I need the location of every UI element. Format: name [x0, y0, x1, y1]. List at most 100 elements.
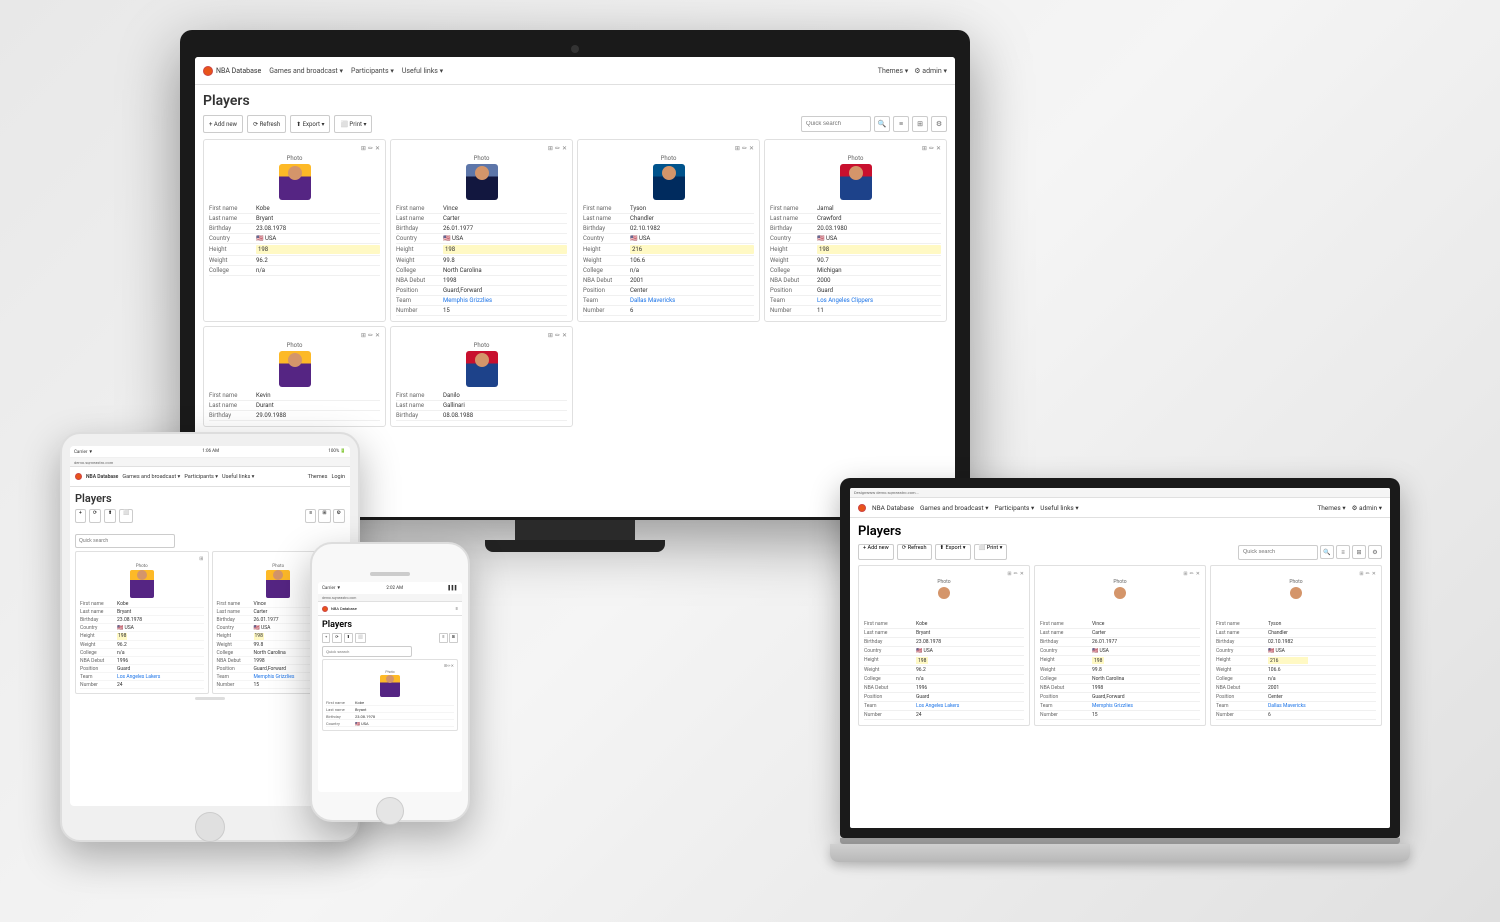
laptop-nav-useful[interactable]: Useful links ▾ [1040, 504, 1078, 512]
player-card-kevin: ⊞✏✕ Photo First nameKevin Last nameDuran… [203, 326, 386, 427]
card-icon-edit-4[interactable]: ✏ [929, 145, 934, 152]
tablet-settings-btn[interactable]: ⚙ [333, 509, 345, 523]
laptop-columns-icon[interactable]: ⊞ [1352, 545, 1366, 559]
monitor-toolbar-right: 🔍 ≡ ⊞ ⚙ [801, 116, 947, 132]
tablet-search[interactable] [75, 534, 175, 548]
phone-battery: ▌▌▌ [448, 585, 458, 591]
laptop-print-btn[interactable]: ⬜ Print ▾ [974, 544, 1008, 560]
print-button[interactable]: ⬜ Print ▾ [334, 115, 372, 133]
card-icon-grid-4[interactable]: ⊞ [922, 145, 927, 152]
laptop-filter-icon[interactable]: ≡ [1336, 545, 1350, 559]
card-icon-edit-3[interactable]: ✏ [742, 145, 747, 152]
avatar-danilo [466, 351, 498, 387]
phone-outer: Carrier ▼ 2:02 AM ▌▌▌ demo.sqmeastro.com… [310, 542, 470, 822]
tablet-url: demo.sqmeastro.com [74, 460, 113, 465]
card-photo-tyson: Photo [583, 155, 754, 200]
tablet-filter-btn[interactable]: ≡ [305, 509, 316, 523]
card-icon-edit-2[interactable]: ✏ [555, 145, 560, 152]
card-header-vince: ⊞ ✏ ✕ [396, 145, 567, 152]
laptop-settings-icon[interactable]: ⚙ [1368, 545, 1382, 559]
phone-app-name: NBA Database [331, 606, 357, 611]
phone-filter-btn[interactable]: ≡ [439, 633, 447, 643]
card-icon-grid[interactable]: ⊞ [361, 145, 366, 152]
tablet-nba-logo [75, 473, 82, 480]
laptop-nav-games[interactable]: Games and broadcast ▾ [920, 504, 988, 512]
laptop-add-btn[interactable]: + Add new [858, 544, 894, 560]
tablet-export-btn[interactable]: ⬆ [104, 509, 116, 523]
laptop-search-input[interactable] [1238, 545, 1318, 560]
phone-search[interactable] [322, 646, 412, 657]
nav-useful[interactable]: Useful links ▾ [402, 67, 443, 75]
laptop-page-title: Players [858, 524, 1382, 539]
laptop-search-icon[interactable]: 🔍 [1320, 545, 1334, 559]
themes-menu[interactable]: Themes ▾ [878, 67, 908, 75]
laptop-refresh-btn[interactable]: ⟳ Refresh [897, 544, 932, 560]
phone-screen: Carrier ▼ 2:02 AM ▌▌▌ demo.sqmeastro.com… [318, 582, 462, 792]
laptop-avatar-kobe [930, 585, 958, 617]
phone-url: demo.sqmeastro.com [322, 596, 356, 600]
phone-refresh-btn[interactable]: ⟳ [332, 633, 341, 643]
columns-icon[interactable]: ⊞ [912, 116, 928, 132]
tablet-toolbar: + ⟳ ⬆ ⬜ ≡ ⊞ ⚙ [75, 509, 345, 523]
monitor-page-title: Players [203, 93, 947, 109]
search-icon[interactable]: 🔍 [874, 116, 890, 132]
phone-grid-btn[interactable]: ⊞ [449, 633, 458, 643]
tablet-scroll-indicator [195, 697, 225, 700]
phone-add-btn[interactable]: + [322, 633, 330, 643]
card-header-jamal: ⊞ ✏ ✕ [770, 145, 941, 152]
tablet-refresh-btn[interactable]: ⟳ [89, 509, 101, 523]
card-icon-delete-3[interactable]: ✕ [749, 145, 754, 152]
phone-card-kobe: ⊞✏✕ Photo First nameKobe Last nameBryant… [322, 659, 458, 731]
tablet-grid-btn[interactable]: ⊞ [318, 509, 330, 523]
tablet-nav-games[interactable]: Games and broadcast ▾ [122, 474, 180, 480]
card-icon-delete-4[interactable]: ✕ [936, 145, 941, 152]
admin-menu[interactable]: ⚙ admin ▾ [914, 67, 947, 75]
tablet-print-btn[interactable]: ⬜ [119, 509, 133, 523]
tablet-page-title: Players [75, 492, 345, 505]
tablet-themes[interactable]: Themes [308, 474, 328, 480]
card-icon-edit[interactable]: ✏ [368, 145, 373, 152]
laptop-admin[interactable]: ⚙ admin ▾ [1352, 504, 1382, 512]
monitor-stand [515, 520, 635, 540]
tablet-add-btn[interactable]: + [75, 509, 86, 523]
laptop-themes[interactable]: Themes ▾ [1317, 504, 1345, 512]
monitor-nav: NBA Database Games and broadcast ▾ Parti… [195, 57, 955, 85]
phone-print-btn[interactable]: ⬜ [355, 633, 366, 643]
nav-participants[interactable]: Participants ▾ [351, 67, 394, 75]
export-button[interactable]: ⬆ Export ▾ [290, 115, 330, 133]
players-grid-row2: ⊞✏✕ Photo First nameKevin Last nameDuran… [203, 326, 947, 427]
phone-menu[interactable]: ≡ [456, 606, 458, 611]
nav-links[interactable]: Games and broadcast ▾ Participants ▾ Use… [269, 67, 878, 75]
nav-games[interactable]: Games and broadcast ▾ [269, 67, 343, 75]
laptop-export-btn[interactable]: ⬆ Export ▾ [935, 544, 971, 560]
players-grid: ⊞ ✏ ✕ Photo First nameKobe [203, 139, 947, 322]
laptop-card-tyson: ⊞✏✕ Photo First nameTyson Last nameChand… [1210, 565, 1382, 726]
laptop-toolbar: + Add new ⟳ Refresh ⬆ Export ▾ ⬜ Print ▾… [858, 544, 1382, 560]
card-icon-delete[interactable]: ✕ [375, 145, 380, 152]
card-header-kobe: ⊞ ✏ ✕ [209, 145, 380, 152]
laptop: Designwww demo.sqmeastro.com... NBA Data… [840, 478, 1400, 862]
phone-home-button[interactable] [376, 797, 404, 825]
tablet-avatar-vince [266, 570, 290, 598]
refresh-button[interactable]: ⟳ Refresh [247, 115, 286, 133]
card-icon-grid-3[interactable]: ⊞ [735, 145, 740, 152]
phone-url-bar: demo.sqmeastro.com [318, 594, 462, 602]
laptop-nav: NBA Database Games and broadcast ▾ Parti… [850, 498, 1390, 518]
laptop-nav-participants[interactable]: Participants ▾ [994, 504, 1034, 512]
phone-speaker [370, 572, 410, 576]
phone-export-btn[interactable]: ⬆ [344, 633, 353, 643]
tablet-nav-useful[interactable]: Useful links ▾ [222, 474, 254, 480]
player-card-tyson: ⊞ ✏ ✕ Photo First nameTyson [577, 139, 760, 322]
filter-icon[interactable]: ≡ [893, 116, 909, 132]
search-input[interactable] [801, 116, 871, 132]
monitor-toolbar: + Add new ⟳ Refresh ⬆ Export ▾ ⬜ Print ▾… [203, 115, 947, 133]
card-icon-delete-2[interactable]: ✕ [562, 145, 567, 152]
phone: Carrier ▼ 2:02 AM ▌▌▌ demo.sqmeastro.com… [310, 542, 470, 822]
tablet-url-bar: demo.sqmeastro.com [70, 458, 350, 467]
add-new-button[interactable]: + Add new [203, 115, 243, 133]
tablet-home-button[interactable] [195, 812, 225, 842]
settings-icon[interactable]: ⚙ [931, 116, 947, 132]
card-icon-grid-2[interactable]: ⊞ [548, 145, 553, 152]
tablet-login[interactable]: Login [331, 474, 345, 480]
tablet-nav-participants[interactable]: Participants ▾ [184, 474, 218, 480]
